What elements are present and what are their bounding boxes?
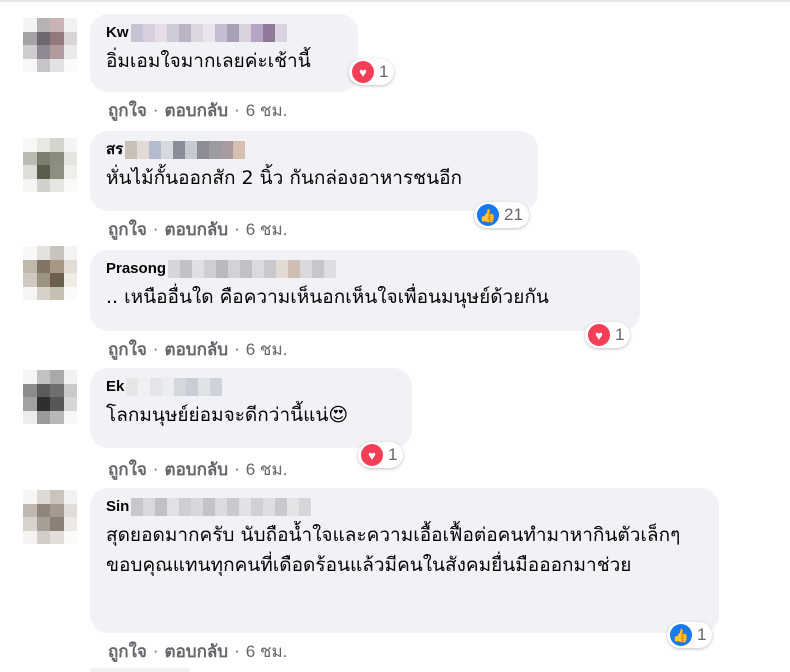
reaction-count: 1 [697,625,707,644]
separator-dot: · [234,100,240,119]
avatar[interactable] [23,138,77,192]
separator-dot: · [234,339,240,358]
like-button[interactable]: ถูกใจ [108,97,147,124]
timestamp[interactable]: 6 ชม. [246,456,288,483]
reaction-count: 1 [388,445,398,464]
reaction-badge[interactable]: 👍 21 [474,202,529,228]
blurred-name [125,140,246,159]
comment-text: อิ่มเอมใจมากเลยค่ะเช้านี้ [106,50,311,72]
commenter-name[interactable]: Prasong [106,259,626,278]
next-comment-edge [90,668,190,672]
timestamp[interactable]: 6 ชม. [246,216,288,243]
avatar[interactable] [23,18,77,72]
separator-dot: · [234,641,240,660]
separator-dot: · [152,339,159,358]
timestamp[interactable]: 6 ชม. [246,336,288,363]
comment-text: สุดยอดมากครับ นับถือน้ำใจและความเอื้อเฟื… [106,524,681,576]
blurred-name [130,23,287,42]
blurred-name [168,259,337,278]
separator-dot: · [152,100,159,119]
separator-dot: · [152,459,159,478]
commenter-name[interactable]: Sin [106,497,705,516]
like-button[interactable]: ถูกใจ [108,336,147,363]
avatar[interactable] [23,490,77,544]
comment-actions: ถูกใจ · ตอบกลับ · 6 ชม. [108,99,287,121]
comment-bubble: Kw อิ่มเอมใจมากเลยค่ะเช้านี้ [90,14,358,92]
comment-text: หั่นไม้กั้นออกสัก 2 นิ้ว กันกล่องอาหารชน… [106,167,462,189]
reaction-badge[interactable]: ♥ 1 [358,442,404,468]
reaction-badge[interactable]: ♥ 1 [349,59,395,85]
heart-icon: ♥ [588,324,610,346]
comment-bubble: สร หั่นไม้กั้นออกสัก 2 นิ้ว กันกล่องอาหา… [90,131,538,211]
reaction-count: 21 [504,205,523,224]
reply-button[interactable]: ตอบกลับ [165,97,229,124]
reaction-count: 1 [379,62,389,81]
separator-dot: · [234,459,240,478]
top-divider [0,0,790,2]
commenter-name[interactable]: Ek [106,377,398,396]
comment-actions: ถูกใจ · ตอบกลับ · 6 ชม. [108,218,287,240]
comment-actions: ถูกใจ · ตอบกลับ · 6 ชม. [108,458,287,480]
commenter-name[interactable]: สร [106,140,524,159]
avatar[interactable] [23,370,77,424]
thumbs-up-icon: 👍 [670,624,692,646]
blurred-name [126,377,223,396]
comment-actions: ถูกใจ · ตอบกลับ · 6 ชม. [108,640,287,662]
reply-button[interactable]: ตอบกลับ [165,638,229,665]
comment-bubble: Sin สุดยอดมากครับ นับถือน้ำใจและความเอื้… [90,488,719,633]
comment-bubble: Ek โลกมนุษย์ย่อมจะดีกว่านี้แน่😍 [90,368,412,448]
timestamp[interactable]: 6 ชม. [246,97,288,124]
timestamp[interactable]: 6 ชม. [246,638,288,665]
reply-button[interactable]: ตอบกลับ [165,336,229,363]
reaction-count: 1 [615,325,625,344]
comment-actions: ถูกใจ · ตอบกลับ · 6 ชม. [108,338,287,360]
comment-text: โลกมนุษย์ย่อมจะดีกว่านี้แน่😍 [106,404,349,426]
thumbs-up-icon: 👍 [477,204,499,226]
reply-button[interactable]: ตอบกลับ [165,456,229,483]
commenter-name[interactable]: Kw [106,23,344,42]
reply-button[interactable]: ตอบกลับ [165,216,229,243]
like-button[interactable]: ถูกใจ [108,216,147,243]
comment-bubble: Prasong .. เหนืออื่นใด คือความเห็นอกเห็น… [90,250,640,331]
like-button[interactable]: ถูกใจ [108,638,147,665]
like-button[interactable]: ถูกใจ [108,456,147,483]
comment-text: .. เหนืออื่นใด คือความเห็นอกเห็นใจเพื่อน… [106,286,549,308]
separator-dot: · [234,219,240,238]
avatar[interactable] [23,246,77,300]
separator-dot: · [152,219,159,238]
heart-icon: ♥ [361,444,383,466]
reaction-badge[interactable]: ♥ 1 [585,322,631,348]
reaction-badge[interactable]: 👍 1 [667,622,713,648]
blurred-name [131,497,312,516]
heart-icon: ♥ [352,61,374,83]
separator-dot: · [152,641,159,660]
